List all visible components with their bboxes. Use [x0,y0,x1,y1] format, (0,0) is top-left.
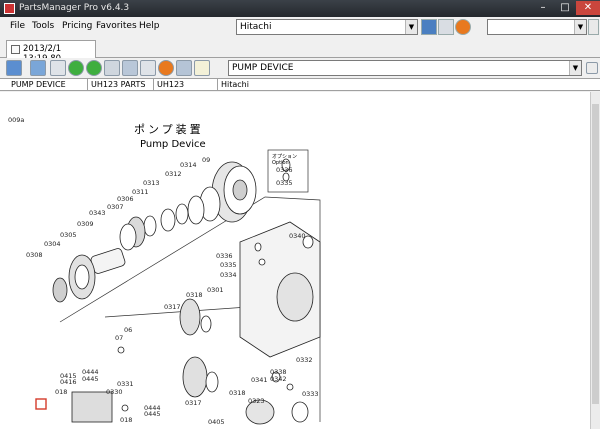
part-label[interactable]: 0333 [302,390,319,398]
document-icon [11,45,20,54]
chevron-down-icon: ▼ [569,61,581,75]
back-arrow-icon[interactable] [68,60,84,76]
part-label[interactable]: 0335 [276,179,293,187]
forward-arrow-icon[interactable] [86,60,102,76]
gear-icon[interactable] [176,60,192,76]
brand-select-value: Hitachi [240,22,272,32]
part-label[interactable]: 0331 [117,380,134,388]
alert-icon[interactable] [158,60,174,76]
part-label[interactable]: 0336 [216,252,233,260]
part-label[interactable]: 0342 [270,375,287,383]
part-label[interactable]: 0416 [60,378,77,386]
part-label[interactable]: 0336 [276,166,293,174]
tab-session[interactable]: 2013/2/1 13:19.80 [6,40,96,64]
drawing-title-en: Pump Device [140,139,206,150]
part-label[interactable]: 06 [124,326,132,334]
part-label[interactable]: 0341 [251,376,268,384]
part-label[interactable]: 0405 [208,418,225,426]
close-button[interactable]: ✕ [576,1,600,15]
save-icon[interactable] [6,60,22,76]
part-label[interactable]: 0340 [289,232,306,240]
menu-tools[interactable]: Tools [32,21,54,31]
title-bar: PartsManager Pro v6.4.3 – □ ✕ [0,0,600,17]
part-label[interactable]: 0305 [60,231,77,239]
part-label[interactable]: 0317 [185,399,202,407]
part-label[interactable]: 0323 [248,397,265,405]
part-label[interactable]: 0317 [164,303,181,311]
part-label[interactable]: 018 [55,388,67,396]
go-icon[interactable] [588,19,599,35]
part-label[interactable]: 0445 [82,375,99,383]
part-label[interactable]: 0343 [89,209,106,217]
path-category: UH123 PARTS [88,79,154,90]
tab-bar: 2013/2/1 13:19.80 [0,37,600,64]
vertical-scrollbar[interactable] [590,92,600,429]
zoom-icon[interactable] [140,60,156,76]
expand-icon[interactable] [586,62,598,74]
part-label[interactable]: 0308 [26,251,43,259]
parts-diagram[interactable]: 009a ポンプ装置 Pump Device オプション Option 09 0… [0,92,590,429]
path-bar: PUMP DEVICE UH123 PARTS UH123 Hitachi [0,78,600,91]
part-label[interactable]: 0314 [180,161,197,169]
lightbulb-icon[interactable] [194,60,210,76]
menu-help[interactable]: Help [139,21,160,31]
search-select[interactable]: ▼ [487,19,587,35]
part-label[interactable]: 0306 [117,195,134,203]
maximize-button[interactable]: □ [554,1,576,15]
copy-icon[interactable] [438,19,454,35]
scrollbar-thumb[interactable] [592,104,599,404]
path-model: UH123 [154,79,218,90]
brand-select[interactable]: Hitachi ▼ [236,19,418,35]
menu-favorites[interactable]: Favorites [96,21,137,31]
info-icon[interactable] [455,19,471,35]
drawing-code: 009a [8,116,24,124]
part-label[interactable]: 0304 [44,240,61,248]
search-icon[interactable] [421,19,437,35]
print-icon[interactable] [50,60,66,76]
exploded-view-drawing: 009a ポンプ装置 Pump Device オプション Option 09 0… [8,116,321,426]
part-label[interactable]: 0318 [186,291,203,299]
part-label[interactable]: 0445 [144,410,161,418]
app-icon [4,3,15,14]
chevron-down-icon: ▼ [574,20,586,34]
menu-file[interactable]: File [10,21,25,31]
part-label[interactable]: 0311 [132,188,149,196]
menu-pricing[interactable]: Pricing [62,21,92,31]
menu-bar: File Tools Pricing Favorites Help Hitach… [0,17,600,37]
part-label[interactable]: 0330 [106,388,123,396]
part-label[interactable]: 0301 [207,286,224,294]
selection-marker[interactable] [35,398,47,410]
window-title: PartsManager Pro v6.4.3 [19,3,130,13]
part-label[interactable]: 018 [120,416,132,424]
path-brand: Hitachi [221,80,249,89]
part-label[interactable]: 0307 [107,203,124,211]
part-label[interactable]: 0312 [165,170,182,178]
grid-icon[interactable] [104,60,120,76]
path-section: PUMP DEVICE [8,79,88,90]
part-label[interactable]: 0309 [77,220,94,228]
part-label[interactable]: 07 [115,334,123,342]
part-label[interactable]: 09 [202,156,210,164]
part-label[interactable]: 0335 [220,261,237,269]
list-icon[interactable] [122,60,138,76]
part-label[interactable]: 0332 [296,356,313,364]
part-label[interactable]: 0334 [220,271,237,279]
part-label[interactable]: 0318 [229,389,246,397]
toolbar: PUMP DEVICE ▼ [0,58,600,78]
chevron-down-icon: ▼ [405,20,417,34]
part-label[interactable]: 0313 [143,179,160,187]
section-select[interactable]: PUMP DEVICE ▼ [228,60,582,76]
minimize-button[interactable]: – [532,1,554,15]
section-select-value: PUMP DEVICE [232,63,294,73]
settings-icon[interactable] [30,60,46,76]
drawing-title-jp: ポンプ装置 [134,123,204,136]
